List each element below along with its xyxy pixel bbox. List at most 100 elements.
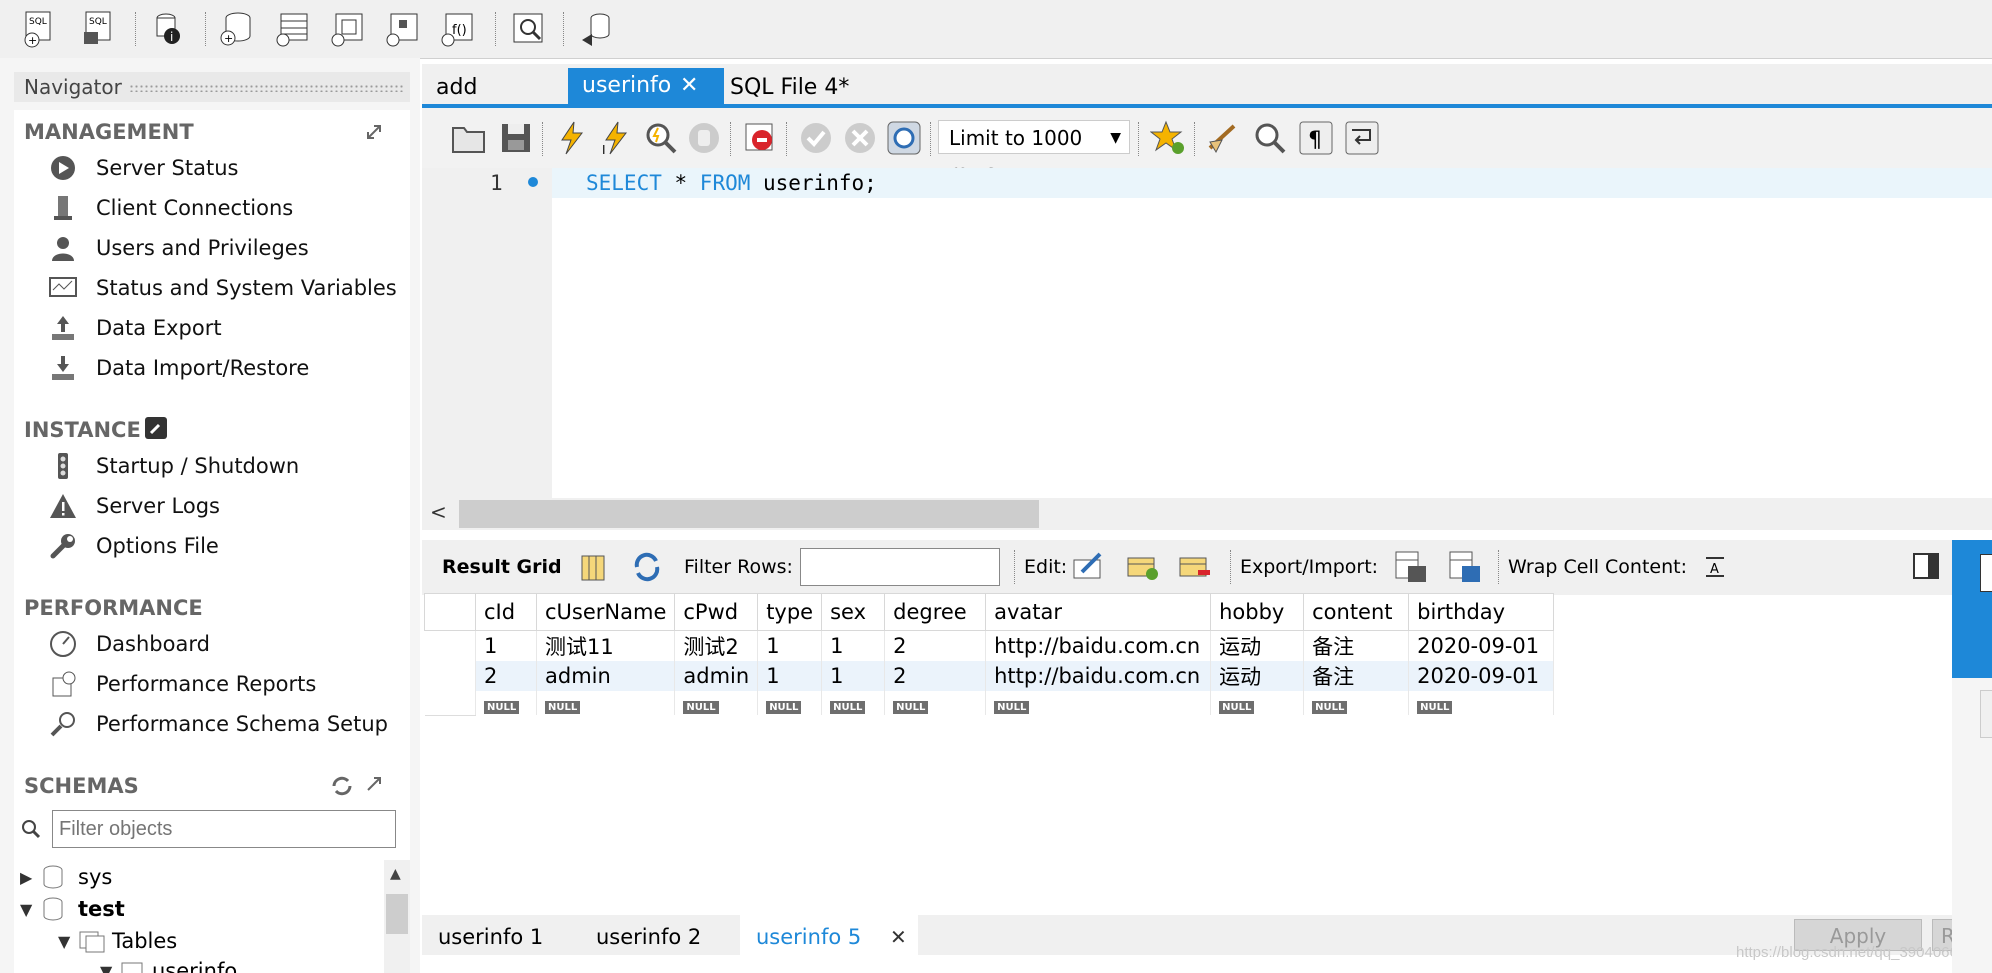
invisible-chars-icon[interactable]: ¶ [1298,120,1336,158]
scroll-up-icon[interactable]: ▲ [390,866,401,882]
table-row[interactable]: 1 测试11 测试2 1 1 2 http://baidu.com.cn 运动 … [424,630,1555,661]
tab-add[interactable]: add [422,70,576,106]
column-header[interactable]: cPwd [674,593,759,631]
table-cell[interactable]: NULL [884,691,987,715]
table-cell[interactable]: NULL [536,691,676,715]
create-schema-icon[interactable]: + [218,10,256,48]
table-cell[interactable]: NULL [985,691,1212,715]
table-cell[interactable]: admin [536,661,676,691]
search-table-data-icon[interactable] [510,10,548,48]
nav-item-data-export[interactable]: Data Export [48,310,222,346]
tree-node-tables[interactable]: ▼ Tables [58,926,177,956]
nav-item-client-connections[interactable]: Client Connections [48,190,293,226]
table-cell[interactable]: NULL [821,691,886,715]
nav-item-status-variables[interactable]: Status and System Variables [48,270,397,306]
stop-icon[interactable] [686,120,724,158]
table-cell[interactable]: 2020-09-01 [1408,630,1555,661]
nav-item-startup-shutdown[interactable]: Startup / Shutdown [48,448,299,484]
nav-item-performance-schema-setup[interactable]: Performance Schema Setup [48,706,388,742]
table-cell[interactable]: 2020-09-01 [1408,661,1555,691]
table-cell[interactable]: NULL [1408,691,1555,715]
delete-row-icon[interactable] [1178,552,1212,582]
table-cell[interactable]: 测试2 [674,630,759,661]
tab-sql-file-4[interactable]: SQL File 4* [716,70,880,106]
create-table-icon[interactable] [275,10,313,48]
insert-row-icon[interactable] [1126,552,1160,582]
table-cell[interactable]: 备注 [1303,661,1410,691]
column-header[interactable]: birthday [1408,593,1555,631]
execute-current-icon[interactable]: I [598,120,636,158]
hscroll-thumb[interactable] [459,500,1039,528]
save-icon[interactable] [498,120,536,158]
nav-item-dashboard[interactable]: Dashboard [48,626,210,662]
table-cell[interactable]: 运动 [1210,661,1305,691]
sql-editor[interactable] [552,168,1992,498]
add-snippet-star-icon[interactable] [1149,120,1188,158]
refresh-icon[interactable] [330,774,354,798]
column-header[interactable]: degree [884,593,987,631]
table-cell[interactable]: http://baidu.com.cn [985,661,1212,691]
table-cell[interactable]: 1 [475,630,537,661]
tree-scrollbar[interactable]: ▲ [384,860,410,973]
table-cell[interactable]: admin [674,661,759,691]
inspector-icon[interactable]: i [150,10,188,48]
wrap-lines-icon[interactable] [1344,120,1382,158]
table-cell[interactable]: 1 [757,630,823,661]
autocommit-icon[interactable] [886,120,924,158]
toggle-stop-on-error-icon[interactable] [742,120,780,158]
table-row-new[interactable]: NULL NULL NULL NULL NULL NULL NULL NULL … [424,691,1555,716]
nav-item-server-logs[interactable]: Server Logs [48,488,220,524]
close-icon[interactable]: ✕ [680,68,698,104]
table-cell[interactable]: NULL [1210,691,1305,715]
toggle-side-panel-icon[interactable] [1912,552,1940,580]
filter-objects-input[interactable] [52,810,396,848]
tab-userinfo[interactable]: userinfo ✕ [568,68,724,108]
filter-rows-input[interactable] [800,548,1000,586]
import-icon[interactable] [1448,550,1484,584]
tab-userinfo-1[interactable]: userinfo 1 [438,921,543,953]
table-cell[interactable]: 2 [884,630,987,661]
expand-icon[interactable] [364,774,384,794]
create-view-icon[interactable] [330,10,368,48]
table-cell[interactable]: 1 [821,630,886,661]
rollback-icon[interactable] [842,120,880,158]
close-icon[interactable]: ✕ [890,921,907,953]
export-icon[interactable] [1394,550,1430,584]
result-grid-label[interactable]: Result Grid [442,556,562,578]
find-icon[interactable] [1252,120,1290,158]
column-header[interactable]: avatar [985,593,1212,631]
new-sql-tab-icon[interactable]: SQL + [22,10,60,48]
row-header[interactable] [424,691,476,716]
table-cell[interactable]: 运动 [1210,630,1305,661]
table-cell[interactable]: http://baidu.com.cn [985,630,1212,661]
nav-item-server-status[interactable]: Server Status [48,150,238,186]
expand-icon[interactable] [364,122,384,142]
form-editor-side-tab[interactable] [1980,690,1992,738]
create-procedure-icon[interactable] [385,10,423,48]
table-cell[interactable]: 测试11 [536,630,676,661]
nav-item-users-privileges[interactable]: Users and Privileges [48,230,309,266]
table-cell[interactable]: 2 [475,661,537,691]
wrap-cell-icon[interactable]: A [1702,554,1728,580]
result-grid-icon[interactable] [580,554,606,582]
table-cell[interactable]: NULL [674,691,759,715]
table-cell[interactable]: 2 [884,661,987,691]
create-function-icon[interactable]: f() [440,10,478,48]
result-grid-side-tab[interactable] [1952,540,1992,678]
column-header[interactable]: hobby [1210,593,1305,631]
row-header[interactable] [424,630,476,661]
tree-node-sys[interactable]: ▶ sys [20,862,112,892]
tree-node-userinfo[interactable]: ▼ userinfo [100,956,237,973]
tab-userinfo-5[interactable]: userinfo 5 ✕ [740,915,918,955]
table-cell[interactable]: 备注 [1303,630,1410,661]
table-cell[interactable]: NULL [1303,691,1410,715]
scroll-left-icon[interactable]: < [430,500,447,524]
reconnect-icon[interactable] [578,10,616,48]
beautify-icon[interactable] [1206,120,1244,158]
limit-rows-select[interactable]: Limit to 1000 rows ▼ [938,120,1130,184]
nav-item-data-import[interactable]: Data Import/Restore [48,350,309,386]
table-cell[interactable]: 1 [757,661,823,691]
open-sql-script-icon[interactable]: SQL [80,10,118,48]
table-cell[interactable]: 1 [821,661,886,691]
edit-row-icon[interactable] [1072,552,1106,582]
